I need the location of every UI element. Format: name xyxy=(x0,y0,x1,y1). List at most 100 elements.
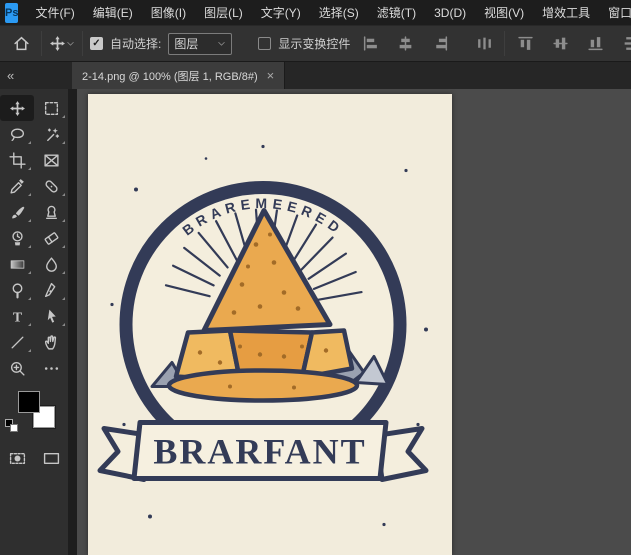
line-icon xyxy=(9,334,26,351)
screen-mode-icon xyxy=(43,450,60,467)
tool-clone-stamp[interactable] xyxy=(34,199,68,225)
tool-path-selection[interactable] xyxy=(34,303,68,329)
magic-wand-icon xyxy=(43,126,60,143)
tool-line[interactable] xyxy=(0,329,34,355)
lasso-icon xyxy=(9,126,26,143)
move-tool-preset-button[interactable] xyxy=(49,31,75,57)
tool-type[interactable]: T xyxy=(0,303,34,329)
tool-object-selection[interactable] xyxy=(34,121,68,147)
hand-icon xyxy=(43,334,60,351)
horizontal-align-group xyxy=(357,31,497,57)
align-right-edges-icon xyxy=(432,35,449,52)
align-top-edges-button[interactable] xyxy=(512,31,538,57)
tool-pen[interactable] xyxy=(34,277,68,303)
tool-gradient[interactable] xyxy=(0,251,34,277)
tool-spot-healing-brush[interactable] xyxy=(34,173,68,199)
foreground-color-swatch[interactable] xyxy=(18,391,40,413)
auto-select-label: 自动选择: xyxy=(110,35,161,52)
quick-mask-icon xyxy=(9,450,26,467)
tool-move[interactable] xyxy=(0,95,34,121)
tool-hand[interactable] xyxy=(34,329,68,355)
menu-window[interactable]: 窗口(W) xyxy=(599,0,631,25)
tool-grid: T xyxy=(0,95,68,381)
photoshop-logo-icon: Ps xyxy=(5,3,18,23)
bandage-icon xyxy=(43,178,60,195)
distribute-vertically-button[interactable] xyxy=(617,31,631,57)
distribute-horizontally-button[interactable] xyxy=(471,31,497,57)
menu-plugins[interactable]: 增效工具 xyxy=(533,0,599,25)
align-right-edges-button[interactable] xyxy=(427,31,453,57)
menu-layer[interactable]: 图层(L) xyxy=(195,0,252,25)
brush-icon xyxy=(9,204,26,221)
options-bar: 自动选择: 图层 显示变换控件 xyxy=(0,25,631,62)
auto-select-checkbox[interactable] xyxy=(90,37,103,50)
align-horizontal-centers-button[interactable] xyxy=(392,31,418,57)
distribute-horizontally-icon xyxy=(476,35,493,52)
auto-select-target-dropdown[interactable]: 图层 xyxy=(168,33,232,55)
menu-view[interactable]: 视图(V) xyxy=(475,0,533,25)
default-colors-icon[interactable] xyxy=(5,419,18,432)
align-bottom-edges-button[interactable] xyxy=(582,31,608,57)
tab-title: 2-14.png @ 100% (图层 1, RGB/8#) xyxy=(82,68,258,84)
document-image[interactable]: BRAREMEERED xyxy=(88,94,452,555)
menu-3d[interactable]: 3D(D) xyxy=(425,0,475,25)
tool-crop[interactable] xyxy=(0,147,34,173)
move-icon xyxy=(9,100,26,117)
home-button[interactable] xyxy=(8,31,34,57)
tool-eyedropper[interactable] xyxy=(0,173,34,199)
frame-icon xyxy=(43,152,60,169)
tool-extras xyxy=(0,445,68,471)
tab-strip: « 2-14.png @ 100% (图层 1, RGB/8#) × xyxy=(0,62,631,89)
align-top-edges-icon xyxy=(517,35,534,52)
crop-icon xyxy=(9,152,26,169)
tool-zoom[interactable] xyxy=(0,355,34,381)
menu-bar: Ps 文件(F) 编辑(E) 图像(I) 图层(L) 文字(Y) 选择(S) 滤… xyxy=(0,0,631,25)
tool-edit-toolbar[interactable] xyxy=(34,355,68,381)
tools-panel: T xyxy=(0,89,68,555)
eraser-icon xyxy=(43,230,60,247)
menu-type[interactable]: 文字(Y) xyxy=(252,0,310,25)
menu-select[interactable]: 选择(S) xyxy=(310,0,368,25)
align-horizontal-centers-icon xyxy=(397,35,414,52)
tab-close-icon[interactable]: × xyxy=(267,69,275,82)
quick-mask-mode-button[interactable] xyxy=(0,445,34,471)
align-left-edges-button[interactable] xyxy=(357,31,383,57)
dodge-icon xyxy=(9,282,26,299)
mini-background-swatch xyxy=(10,424,18,432)
ellipsis-icon xyxy=(43,360,60,377)
divider xyxy=(41,31,42,56)
pen-icon xyxy=(43,282,60,299)
chevron-down-icon xyxy=(217,39,226,48)
tool-brush[interactable] xyxy=(0,199,34,225)
menu-image[interactable]: 图像(I) xyxy=(142,0,195,25)
magnifier-icon xyxy=(9,360,26,377)
collapse-panels-icon[interactable]: « xyxy=(0,62,72,89)
tool-rectangular-marquee[interactable] xyxy=(34,95,68,121)
align-vertical-centers-button[interactable] xyxy=(547,31,573,57)
tool-dodge[interactable] xyxy=(0,277,34,303)
stamp-icon xyxy=(43,204,60,221)
tool-frame[interactable] xyxy=(34,147,68,173)
selection-arrow-icon xyxy=(43,308,60,325)
divider xyxy=(82,31,83,56)
tool-history-brush[interactable] xyxy=(0,225,34,251)
distribute-vertically-icon xyxy=(622,35,631,52)
tool-lasso[interactable] xyxy=(0,121,34,147)
menu-file[interactable]: 文件(F) xyxy=(26,0,83,25)
menu-edit[interactable]: 编辑(E) xyxy=(84,0,142,25)
water-drop-icon xyxy=(43,256,60,273)
show-transform-label: 显示变换控件 xyxy=(278,35,350,52)
show-transform-checkbox[interactable] xyxy=(258,37,271,50)
align-vertical-centers-icon xyxy=(552,35,569,52)
dropdown-value: 图层 xyxy=(174,35,198,52)
document-tab[interactable]: 2-14.png @ 100% (图层 1, RGB/8#) × xyxy=(72,62,285,89)
canvas-area[interactable]: BRAREMEERED xyxy=(77,89,631,555)
align-left-edges-icon xyxy=(362,35,379,52)
logo-banner-text: BRARFANT xyxy=(153,432,366,472)
tool-blur[interactable] xyxy=(34,251,68,277)
move-icon xyxy=(49,35,66,52)
menu-filter[interactable]: 滤镜(T) xyxy=(368,0,425,25)
tool-eraser[interactable] xyxy=(34,225,68,251)
history-brush-icon xyxy=(9,230,26,247)
screen-mode-button[interactable] xyxy=(34,445,68,471)
